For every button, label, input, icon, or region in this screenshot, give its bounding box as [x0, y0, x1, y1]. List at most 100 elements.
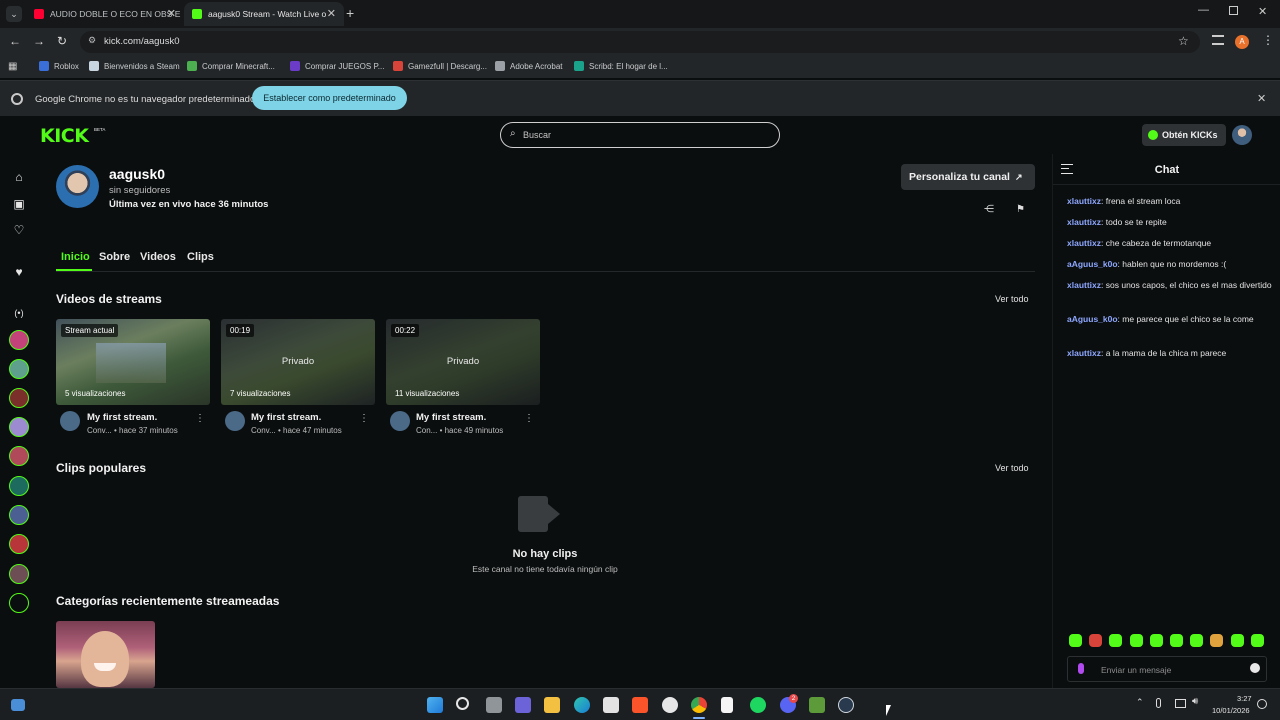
chat-username[interactable]: xlauttixz	[1067, 280, 1101, 290]
task-view-icon[interactable]	[11, 699, 25, 711]
followed-channel-avatar[interactable]	[9, 359, 29, 379]
user-avatar[interactable]	[1232, 125, 1252, 145]
bookmark-item[interactable]: Bienvenidos a Steam	[89, 61, 180, 71]
emote-icon[interactable]	[1210, 634, 1224, 647]
clips-see-all-link[interactable]: Ver todo	[995, 463, 1029, 473]
bookmark-item[interactable]: Adobe Acrobat	[495, 61, 562, 71]
minimize-button[interactable]: —	[1198, 4, 1209, 16]
search-input[interactable]: Buscar	[523, 130, 551, 140]
report-user-icon[interactable]: ⚑	[1016, 204, 1025, 215]
video-thumbnail[interactable]: 00:22 Privado 11 visualizaciones	[386, 319, 540, 405]
window-close-button[interactable]: ✕	[1258, 5, 1267, 18]
chat-username[interactable]: xlauttixz	[1067, 238, 1101, 248]
home-icon[interactable]: ⌂	[10, 168, 28, 186]
show-hidden-icons[interactable]: ⌃	[1136, 697, 1144, 708]
emote-icon[interactable]	[1109, 634, 1123, 647]
followed-channel-avatar[interactable]	[9, 330, 29, 350]
video-thumbnail[interactable]: Stream actual 5 visualizaciones	[56, 319, 210, 405]
emote-icon[interactable]	[1190, 634, 1204, 647]
tab-youtube[interactable]: AUDIO DOBLE O ECO EN OBS E ✕	[26, 2, 184, 26]
chrome-taskbar-icon[interactable]	[691, 697, 707, 713]
followed-channel-avatar[interactable]	[9, 476, 29, 496]
address-bar[interactable]: ⚙ kick.com/aagusk0 ☆	[80, 31, 1200, 53]
followed-channel-avatar[interactable]	[9, 564, 29, 584]
obs-icon[interactable]	[662, 697, 678, 713]
share-icon[interactable]: ⋲	[984, 204, 994, 215]
customize-channel-button[interactable]: Personaliza tu canal ↗	[901, 164, 1035, 190]
chat-username[interactable]: aAguus_k0o	[1067, 314, 1118, 324]
video-channel-avatar[interactable]	[60, 411, 80, 431]
back-icon[interactable]: ←	[9, 34, 21, 48]
reading-list-icon[interactable]	[1212, 35, 1224, 45]
get-kicks-button[interactable]: Obtén KICKs	[1142, 124, 1226, 146]
site-info-icon[interactable]: ⚙	[88, 35, 96, 46]
bookmark-item[interactable]: Roblox	[39, 61, 79, 71]
tab-videos[interactable]: Videos	[140, 251, 176, 263]
teams-icon[interactable]	[515, 697, 531, 713]
video-title[interactable]: My first stream.	[416, 412, 486, 423]
tab-kick[interactable]: aagusk0 Stream - Watch Live o ✕	[184, 2, 344, 26]
minecraft-icon[interactable]	[809, 697, 825, 713]
file-explorer-icon[interactable]	[544, 697, 560, 713]
bookmark-item[interactable]: Comprar JUEGOS P...	[290, 61, 384, 71]
bookmark-item[interactable]: Gamezfull | Descarg...	[393, 61, 487, 71]
menu-icon[interactable]: ⋮	[1262, 33, 1274, 47]
chat-input[interactable]: Enviar un mensaje	[1067, 656, 1267, 682]
apps-grid-icon[interactable]: ▦	[8, 61, 17, 72]
followed-channel-avatar[interactable]	[9, 446, 29, 466]
more-options-icon[interactable]: ⋮	[524, 413, 534, 424]
infobar-close-icon[interactable]: ✕	[1257, 92, 1266, 105]
emoji-icon[interactable]	[1250, 663, 1260, 673]
following-icon[interactable]: ♡	[10, 221, 28, 239]
bookmark-item[interactable]: Scribd: El hogar de l...	[574, 61, 668, 71]
video-channel-avatar[interactable]	[225, 411, 245, 431]
emote-icon[interactable]	[1129, 634, 1143, 647]
video-title[interactable]: My first stream.	[87, 412, 157, 423]
search-icon[interactable]	[456, 697, 469, 710]
more-options-icon[interactable]: ⋮	[359, 413, 369, 424]
search-box[interactable]: ⌕ Buscar	[500, 122, 780, 148]
browse-icon[interactable]: ▣	[10, 195, 28, 213]
reload-icon[interactable]: ↻	[57, 34, 67, 48]
emote-icon[interactable]	[1170, 634, 1183, 647]
followed-channel-avatar[interactable]	[9, 505, 29, 525]
emote-icon[interactable]	[1089, 634, 1103, 647]
brave-icon[interactable]	[632, 697, 648, 713]
set-default-button[interactable]: Establecer como predeterminado	[252, 86, 407, 110]
tab-sobre[interactable]: Sobre	[99, 251, 130, 263]
notifications-icon[interactable]	[1257, 699, 1267, 709]
live-icon[interactable]: (•)	[10, 304, 28, 322]
clock-time[interactable]: 3:27	[1237, 694, 1252, 703]
followed-channel-avatar[interactable]	[9, 417, 29, 437]
task-switcher-icon[interactable]	[486, 697, 502, 713]
start-icon[interactable]	[427, 697, 443, 713]
profile-avatar[interactable]: A	[1235, 35, 1249, 49]
videos-see-all-link[interactable]: Ver todo	[995, 294, 1029, 304]
chat-username[interactable]: xlauttixz	[1067, 348, 1101, 358]
category-thumbnail[interactable]	[56, 621, 155, 688]
favorites-icon[interactable]: ♥	[10, 263, 28, 281]
bookmark-item[interactable]: Comprar Minecraft...	[187, 61, 275, 71]
maximize-button[interactable]	[1229, 6, 1238, 15]
clock-date[interactable]: 10/01/2026	[1212, 706, 1250, 715]
spotify-icon[interactable]	[750, 697, 766, 713]
steam-icon[interactable]	[838, 697, 854, 713]
followed-channel-avatar[interactable]	[9, 534, 29, 554]
forward-icon[interactable]: →	[33, 34, 45, 48]
tab-inicio[interactable]: Inicio	[61, 251, 90, 263]
tab-clips[interactable]: Clips	[187, 251, 214, 263]
store-icon[interactable]	[603, 697, 619, 713]
emote-icon[interactable]	[1230, 634, 1244, 647]
chat-username[interactable]: xlauttixz	[1067, 196, 1101, 206]
monitor-tray-icon[interactable]	[1175, 699, 1186, 708]
emote-icon[interactable]	[1149, 634, 1163, 647]
notepad-icon[interactable]	[721, 697, 733, 713]
kick-logo[interactable]: KICK	[40, 125, 89, 147]
more-options-icon[interactable]: ⋮	[195, 413, 205, 424]
tab-search-icon[interactable]: ⌄	[6, 6, 22, 22]
chat-username[interactable]: xlauttixz	[1067, 217, 1101, 227]
followed-channel-avatar[interactable]	[9, 593, 29, 613]
video-thumbnail[interactable]: 00:19 Privado 7 visualizaciones	[221, 319, 375, 405]
edge-icon[interactable]	[574, 697, 590, 713]
followed-channel-avatar[interactable]	[9, 388, 29, 408]
